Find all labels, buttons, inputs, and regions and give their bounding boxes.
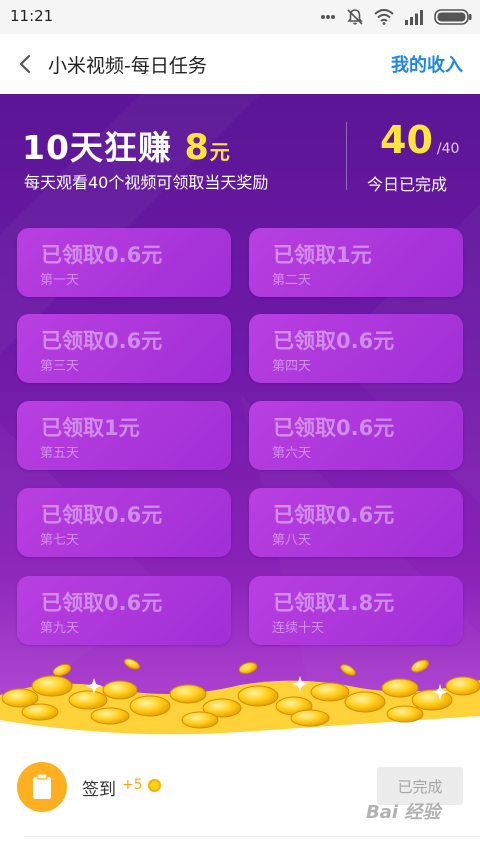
signal-icon [405, 10, 423, 25]
status-bar: 11:21 [0, 0, 480, 34]
status-icons [320, 8, 472, 26]
task-name: 签到 [82, 780, 116, 800]
title-bar: 小米视频-每日任务 我的收入 [0, 34, 480, 94]
day-card-2[interactable]: 已领取1元 第二天 [249, 228, 463, 297]
my-income-link[interactable]: 我的收入 [391, 51, 463, 77]
day-card-label: 第一天 [40, 273, 80, 288]
page-title: 小米视频-每日任务 [48, 55, 207, 77]
mute-bell-icon [347, 9, 363, 25]
day-card-label: 第二天 [272, 273, 312, 288]
clipboard-icon [17, 762, 67, 812]
day-card-status: 已领取0.6元 [41, 503, 163, 527]
task-hero-panel: 10天狂赚 8元 每天观看40个视频可领取当天奖励 40/40 今日已完成 已领… [0, 94, 480, 734]
coin-icon [148, 779, 161, 792]
day-card-status: 已领取1元 [273, 243, 372, 267]
day-card-status: 已领取1元 [41, 416, 140, 440]
daily-progress: 40/40 [380, 118, 459, 162]
gold-coins-illustration [0, 658, 480, 740]
day-card-9[interactable]: 已领取0.6元 第九天 [17, 576, 231, 645]
day-card-label: 第六天 [272, 446, 312, 461]
back-arrow-icon[interactable] [14, 52, 38, 76]
clipboard-icon-graphic [33, 773, 51, 799]
day-card-4[interactable]: 已领取0.6元 第四天 [249, 314, 463, 383]
day-card-5[interactable]: 已领取1元 第五天 [17, 401, 231, 470]
day-card-8[interactable]: 已领取0.6元 第八天 [249, 488, 463, 557]
task-reward: +5 [122, 777, 143, 793]
day-card-status: 已领取0.6元 [41, 243, 163, 267]
day-card-status: 已领取0.6元 [41, 329, 163, 353]
hero-title-prefix: 10天狂赚 [22, 128, 172, 167]
day-card-3[interactable]: 已领取0.6元 第三天 [17, 314, 231, 383]
day-card-status: 已领取0.6元 [273, 329, 395, 353]
day-card-status: 已领取0.6元 [273, 416, 395, 440]
task-divider [24, 836, 480, 837]
day-card-7[interactable]: 已领取0.6元 第七天 [17, 488, 231, 557]
day-card-status: 已领取1.8元 [273, 591, 395, 615]
progress-label: 今日已完成 [367, 175, 448, 194]
progress-total-count: /40 [436, 141, 460, 157]
more-dots-icon [321, 15, 335, 19]
progress-done-count: 40 [380, 118, 433, 162]
status-time: 11:21 [10, 7, 54, 25]
hero-divider [346, 122, 347, 190]
day-card-status: 已领取0.6元 [41, 591, 163, 615]
day-card-label: 连续十天 [272, 621, 325, 636]
day-card-1[interactable]: 已领取0.6元 第一天 [17, 228, 231, 297]
hero-headline: 10天狂赚 8元 [22, 121, 231, 169]
battery-icon [434, 9, 472, 25]
day-card-6[interactable]: 已领取0.6元 第六天 [249, 401, 463, 470]
day-card-label: 第八天 [272, 533, 312, 548]
day-card-label: 第九天 [40, 621, 80, 636]
day-card-label: 第三天 [40, 359, 80, 374]
hero-unit: 元 [209, 140, 231, 164]
hero-amount: 8 [184, 128, 210, 168]
day-card-label: 第四天 [272, 359, 312, 374]
hero-subtitle: 每天观看40个视频可领取当天奖励 [24, 173, 269, 192]
watermark: Bai 经验 [366, 802, 441, 823]
day-card-label: 第七天 [40, 533, 80, 548]
day-card-label: 第五天 [40, 446, 80, 461]
day-card-10[interactable]: 已领取1.8元 连续十天 [249, 576, 463, 645]
wifi-icon [374, 9, 394, 25]
day-card-status: 已领取0.6元 [273, 503, 395, 527]
